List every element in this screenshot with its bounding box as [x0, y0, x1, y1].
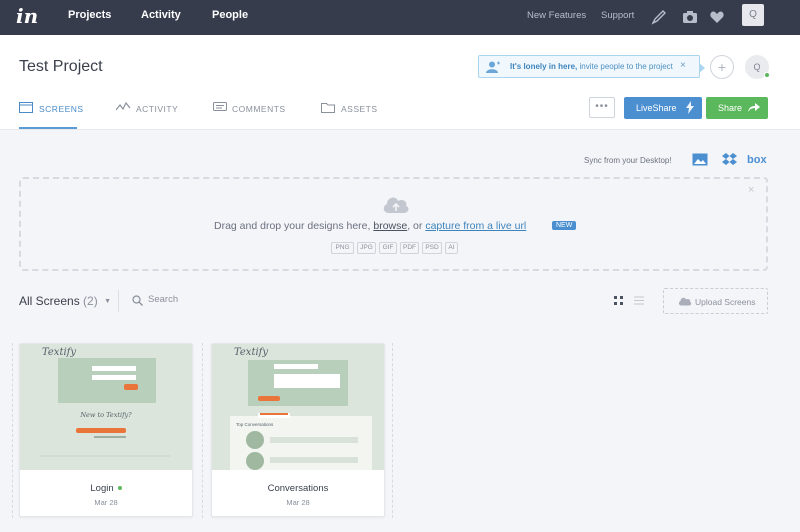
sync-label: Sync from your Desktop!: [584, 156, 672, 165]
liveshare-label: LiveShare: [636, 103, 677, 113]
invite-text-bold: It's lonely in here,: [510, 62, 578, 71]
list-view-icon[interactable]: [634, 296, 644, 305]
screen-card[interactable]: Textify Top Conversations Conversations …: [211, 343, 385, 517]
nav-avatar[interactable]: Q: [742, 4, 764, 26]
browse-link[interactable]: browse: [373, 220, 407, 232]
format-badge: PNG: [331, 242, 354, 254]
pen-icon[interactable]: [651, 9, 667, 25]
activity-icon: [116, 102, 131, 111]
screen-name[interactable]: Login: [20, 483, 192, 494]
online-indicator: [764, 72, 770, 78]
dropzone-text-pre: Drag and drop your designs here,: [214, 220, 374, 232]
camera-icon[interactable]: [682, 9, 698, 25]
screens-count: (2): [83, 294, 98, 308]
project-header: Test Project It's lonely in here, invite…: [0, 35, 800, 130]
screen-date: Mar 28: [286, 498, 310, 507]
format-badge: AI: [445, 242, 458, 254]
dropzone-instructions: Drag and drop your designs here, browse,…: [214, 220, 526, 232]
invite-text: It's lonely in here, invite people to th…: [510, 62, 673, 71]
page-title: Test Project: [19, 58, 103, 75]
avatar-initial: Q: [753, 62, 761, 72]
add-collaborator-button[interactable]: +: [710, 55, 734, 79]
share-label: Share: [718, 103, 743, 113]
nav-new-features[interactable]: New Features: [527, 10, 586, 21]
upload-dropzone[interactable]: × Drag and drop your designs here, brows…: [19, 177, 768, 271]
image-sync-icon[interactable]: [692, 153, 708, 166]
screens-filter-dropdown[interactable]: All Screens (2) ▼: [19, 294, 111, 308]
invite-text-rest: invite people to the project: [577, 62, 673, 71]
dropzone-text-mid: , or: [407, 220, 426, 232]
screen-name-text: Login: [90, 483, 114, 494]
chevron-down-icon: ▼: [104, 298, 111, 305]
nav-people[interactable]: People: [212, 9, 248, 21]
tab-assets-label: ASSETS: [341, 104, 378, 114]
nav-support[interactable]: Support: [601, 10, 634, 21]
drop-placeholder: [392, 343, 393, 518]
invite-tooltip[interactable]: It's lonely in here, invite people to th…: [478, 55, 705, 78]
tab-screens-label: SCREENS: [39, 104, 84, 114]
add-person-icon: [486, 61, 500, 73]
nav-activity[interactable]: Activity: [141, 9, 181, 21]
thumb-heading: New to Textify?: [80, 411, 132, 419]
box-icon[interactable]: box: [747, 154, 767, 166]
drop-placeholder: [202, 343, 203, 518]
cloud-upload-icon: [383, 197, 409, 213]
upload-screens-button[interactable]: Upload Screens: [663, 288, 768, 314]
share-arrow-icon: [748, 103, 760, 112]
thumb-logo: Textify: [234, 347, 269, 358]
screen-date: Mar 28: [94, 498, 118, 507]
thumb-logo: Textify: [42, 347, 77, 358]
divider: [118, 290, 119, 312]
search-icon: [132, 295, 143, 306]
upload-screens-label: Upload Screens: [695, 297, 756, 307]
close-icon[interactable]: ×: [748, 184, 754, 196]
tab-activity-label: ACTIVITY: [136, 104, 179, 114]
tab-comments-label: COMMENTS: [232, 104, 286, 114]
search-input[interactable]: [148, 294, 268, 305]
format-badge: GIF: [379, 242, 397, 254]
active-tab-indicator: [19, 127, 77, 129]
screen-thumbnail[interactable]: Textify New to Textify?: [20, 344, 192, 470]
screens-icon: [19, 102, 33, 113]
screens-filter-label: All Screens: [19, 294, 80, 308]
nav-projects[interactable]: Projects: [68, 9, 111, 21]
thumb-heading: Top Conversations: [236, 422, 274, 427]
more-options-button[interactable]: •••: [589, 97, 615, 118]
close-icon[interactable]: ×: [680, 60, 686, 71]
heart-icon[interactable]: [709, 9, 725, 25]
grid-view-icon[interactable]: [614, 296, 623, 305]
bolt-icon: [686, 101, 694, 114]
new-badge: NEW: [552, 221, 577, 230]
comments-icon: [213, 102, 227, 111]
liveshare-button[interactable]: LiveShare: [624, 97, 702, 119]
capture-live-url-link[interactable]: capture from a live url: [425, 220, 526, 232]
invision-logo[interactable]: in: [16, 5, 40, 27]
format-badge: JPG: [357, 242, 376, 254]
screen-name[interactable]: Conversations: [212, 483, 384, 494]
cloud-upload-icon: [678, 297, 692, 306]
avatar[interactable]: Q: [745, 55, 770, 79]
top-nav: in Projects Activity People New Features…: [0, 0, 800, 35]
format-badge: PDF: [400, 242, 419, 254]
drop-placeholder: [12, 343, 13, 518]
folder-icon: [321, 103, 335, 113]
login-screen-preview: [20, 344, 192, 470]
screen-thumbnail[interactable]: Textify Top Conversations: [212, 344, 384, 470]
conversations-screen-preview: [212, 344, 384, 470]
status-dot: [117, 486, 122, 490]
screen-card[interactable]: Textify New to Textify? Login Mar 28: [19, 343, 193, 517]
share-button[interactable]: Share: [706, 97, 768, 119]
dropbox-icon[interactable]: [722, 153, 737, 167]
format-badge: PSD: [422, 242, 442, 254]
